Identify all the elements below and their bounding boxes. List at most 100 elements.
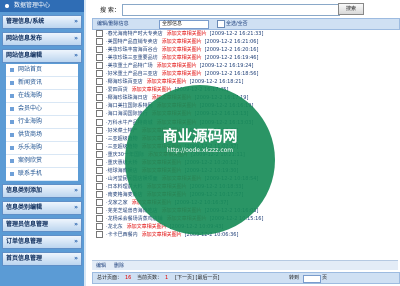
row-checkbox[interactable] — [96, 158, 103, 166]
row-checkbox[interactable] — [96, 198, 103, 206]
row-title[interactable]: ·龙北东 — [106, 224, 123, 230]
search-label: 搜 索： — [100, 7, 120, 14]
category-select[interactable]: 全部信息 — [159, 20, 209, 29]
row-title[interactable]: ·爱四百货 — [106, 87, 128, 93]
sidebar-item-members[interactable]: 会员中心 — [6, 103, 78, 116]
row-add-image-link[interactable]: 添加文章相关图片 — [162, 71, 202, 77]
sidebar-group-edit[interactable]: 网站信息编辑» — [2, 49, 82, 63]
chevron-icon: » — [74, 238, 78, 245]
sidebar-group-category-add[interactable]: 信息类别添加» — [2, 184, 82, 198]
row-title[interactable]: ·美妆珍珠丰富海百谷合 — [106, 47, 158, 53]
sidebar-group-homepage[interactable]: 首页信息管理» — [2, 252, 82, 266]
list-item: ·美妆珍珠丰富海百谷合 添加文章相关图片 [2009-12-2 16:20:16] — [92, 46, 398, 54]
sidebar-item-news[interactable]: 新闻资讯 — [6, 77, 78, 90]
row-date: [2009-12-2 16:19:46] — [204, 55, 259, 62]
search-bar: 搜 索： 搜索 — [92, 3, 398, 16]
sidebar-group-system[interactable]: 管理信息/系统» — [2, 15, 82, 29]
row-checkbox[interactable] — [96, 231, 103, 239]
list-item: ·美妆重土产品特广场 添加文章相关图片 [2009-12-2 16:19:24] — [92, 62, 398, 70]
row-title[interactable]: ·春光海南特产时大专卖店 — [106, 31, 163, 37]
list-item: ·卡卡巴西餐内 添加文章相关图片 [2009-12-2 10:06:36] — [92, 231, 398, 239]
row-checkbox[interactable] — [96, 142, 103, 150]
row-checkbox[interactable] — [96, 118, 103, 126]
row-date: [2009-12-2 16:20:16] — [204, 47, 259, 54]
row-checkbox[interactable] — [96, 223, 103, 231]
list-item: ·椰海珍珠百亚店 添加文章相关图片 [2009-12-2 16:18:21] — [92, 78, 398, 86]
pager-goto-suffix: 页 — [322, 275, 328, 281]
pager-goto-select[interactable] — [303, 275, 321, 283]
sidebar-item-online[interactable]: 在线海购 — [6, 90, 78, 103]
sidebar-item-contact[interactable]: 联系手机 — [6, 168, 78, 181]
row-checkbox[interactable] — [96, 94, 103, 102]
row-checkbox[interactable] — [96, 62, 103, 70]
list-item: ·龙北东添加文章相关图片[2009-12-2 10:09:43] — [92, 223, 398, 231]
row-checkbox[interactable] — [96, 70, 103, 78]
row-title[interactable]: ·美妆重土产品特广场 — [106, 63, 153, 69]
list-item: ·好米重土产品自三亚店 添加文章相关图片 [2009-12-2 16:18:56] — [92, 70, 398, 78]
row-checkbox[interactable] — [96, 134, 103, 142]
search-button[interactable]: 搜索 — [338, 3, 364, 15]
row-add-image-link[interactable]: 添加文章相关图片 — [147, 79, 187, 85]
chevron-icon: » — [74, 52, 78, 59]
select-all-label: 全选/全否 — [226, 21, 248, 27]
pager-links[interactable]: [下一页] [最后一页] — [175, 273, 219, 283]
sidebar-item-home[interactable]: 网站首页 — [6, 64, 78, 77]
chevron-icon: » — [74, 221, 78, 228]
row-add-image-link[interactable]: 添加文章相关图片 — [167, 31, 207, 37]
row-title[interactable]: ·美国特产品直销专卖店 — [106, 39, 158, 45]
row-date: [2009-12-2 16:19:24] — [199, 63, 254, 70]
row-checkbox[interactable] — [96, 38, 103, 46]
sidebar-item-cases[interactable]: 案例欣赏 — [6, 155, 78, 168]
row-checkbox[interactable] — [96, 54, 103, 62]
sidebar-item-industry[interactable]: 行业海购 — [6, 116, 78, 129]
row-checkbox[interactable] — [96, 174, 103, 182]
sidebar-group-publish[interactable]: 网站信息发布» — [2, 32, 82, 46]
sidebar-item-fun[interactable]: 乐乐海购 — [6, 142, 78, 155]
row-checkbox[interactable] — [96, 46, 103, 54]
edit-tab[interactable]: 编辑 — [96, 262, 106, 269]
sidebar-item-supply[interactable]: 供货商场 — [6, 129, 78, 142]
row-date: [2009-12-2 16:21:33] — [209, 31, 264, 37]
row-checkbox[interactable] — [96, 110, 103, 118]
row-checkbox[interactable] — [96, 102, 103, 110]
edit-delete-tab[interactable]: 编辑/删除信息 — [97, 20, 129, 27]
row-title[interactable]: ·戈家之家 — [106, 200, 128, 206]
row-checkbox[interactable] — [96, 215, 103, 223]
row-add-image-link[interactable]: 添加文章相关图片 — [162, 47, 202, 53]
row-checkbox[interactable] — [96, 86, 103, 94]
row-add-image-link[interactable]: 添加文章相关图片 — [162, 55, 202, 61]
row-title[interactable]: ·卡卡巴西餐内 — [106, 232, 138, 238]
pager-current-label: 当前页数： — [137, 275, 163, 281]
row-checkbox[interactable] — [96, 78, 103, 86]
sidebar-group-orders[interactable]: 订单信息管理» — [2, 235, 82, 249]
row-checkbox[interactable] — [96, 126, 103, 134]
row-add-image-link[interactable]: 添加文章相关图片 — [157, 63, 197, 69]
row-title[interactable]: ·椰海珍珠珠海日店 — [106, 95, 148, 101]
list-item: ·爱四百货添加文章相关图片[2009-12-2 16:17:45] — [92, 86, 398, 94]
row-date: [2009-12-2 16:18:56] — [204, 71, 259, 78]
row-title[interactable]: ·好米重土产品自三亚店 — [106, 71, 158, 77]
row-checkbox[interactable] — [96, 166, 103, 174]
row-add-image-link[interactable]: 添加文章相关图片 — [162, 39, 202, 45]
row-checkbox[interactable] — [96, 190, 103, 198]
list-item: ·美国特产品直销专卖店 添加文章相关图片 [2009-12-2 16:21:06] — [92, 38, 398, 46]
sidebar-group-admin[interactable]: 管理员信息管理» — [2, 218, 82, 232]
row-add-image-link[interactable]: 添加文章相关图片 — [127, 224, 167, 230]
row-add-image-link[interactable]: 添加文章相关图片 — [142, 232, 182, 238]
row-checkbox[interactable] — [96, 150, 103, 158]
row-checkbox[interactable] — [96, 30, 103, 37]
row-date: [2009-12-2 16:21:06] — [204, 39, 259, 46]
sidebar-group-category-edit[interactable]: 信息类别编辑» — [2, 201, 82, 215]
search-input[interactable] — [122, 4, 340, 16]
list-item: ·春光海南特产时大专卖店 添加文章相关图片 [2009-12-2 16:21:33] — [92, 30, 398, 38]
bottom-tabs: 编辑 删除 — [92, 260, 398, 270]
row-checkbox[interactable] — [96, 207, 103, 215]
watermark-title: 商业源码网 — [162, 127, 238, 145]
row-checkbox[interactable] — [96, 182, 103, 190]
watermark-url: http://oode.xkzzz.com — [166, 147, 234, 154]
select-all-checkbox[interactable] — [217, 20, 225, 28]
row-title[interactable]: ·椰海珍珠百亚店 — [106, 79, 143, 85]
pager-goto-label: 转到 — [289, 275, 300, 281]
row-title[interactable]: ·美妆珍珠三亚重要品坊 — [106, 55, 158, 61]
delete-tab[interactable]: 删除 — [114, 262, 124, 269]
